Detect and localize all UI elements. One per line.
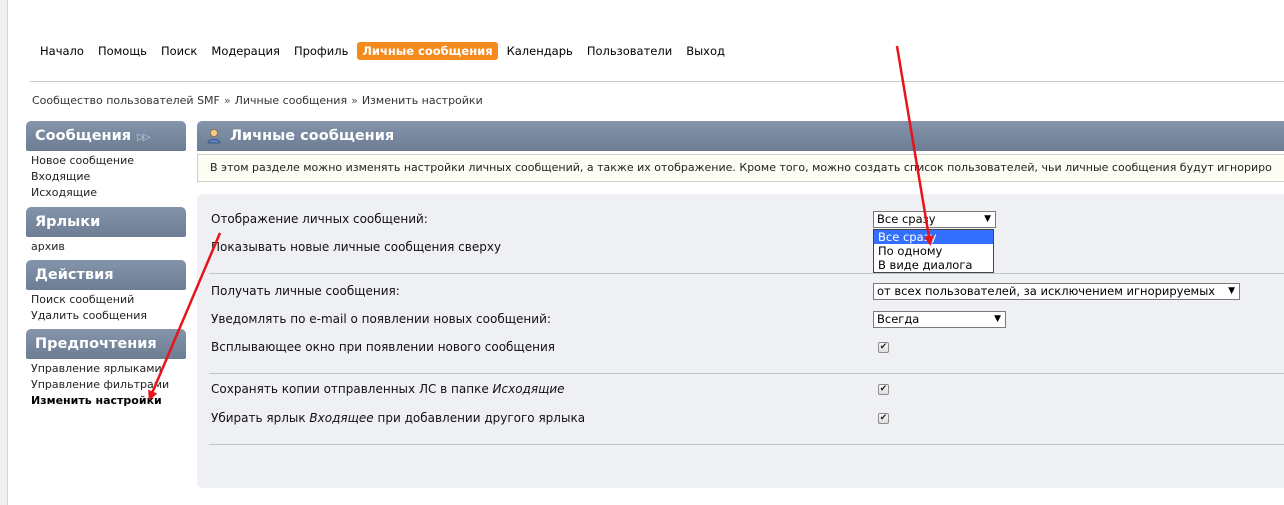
display-option-all[interactable]: Все сразу (874, 230, 993, 244)
user-icon (207, 129, 221, 144)
remove-label-prefix: Убирать ярлык (211, 411, 310, 425)
sidebar-list-preferences: Управление ярлыками Управление фильтрами… (31, 361, 169, 409)
save-copy-checkbox[interactable]: ✔ (878, 384, 889, 395)
nav-profile[interactable]: Профиль (287, 42, 355, 60)
sidebar-header-actions: Действия (26, 260, 186, 290)
section-divider (209, 373, 1284, 374)
save-copy-text: Сохранять копии отправленных ЛС в папке (211, 382, 493, 396)
save-copy-label: Сохранять копии отправленных ЛС в папке … (211, 382, 565, 396)
breadcrumb-change-settings[interactable]: Изменить настройки (362, 94, 483, 107)
inbox-label-name: Входящее (309, 411, 374, 425)
nav-search[interactable]: Поиск (154, 42, 204, 60)
display-option-dialog[interactable]: В виде диалога (874, 258, 993, 272)
breadcrumb: Сообщество пользователей SMF» Личные сооб… (32, 94, 483, 107)
email-notify-select[interactable]: Всегда ▼ (873, 311, 1006, 328)
chevron-down-icon: ▼ (1228, 286, 1235, 296)
receive-messages-select[interactable]: от всех пользователей, за исключением иг… (873, 283, 1240, 300)
show-new-on-top-label: Показывать новые личные сообщения сверху (211, 240, 502, 254)
receive-messages-value: от всех пользователей, за исключением иг… (877, 284, 1216, 298)
page-title: Личные сообщения (230, 128, 395, 144)
sidebar-header-preferences: Предпочтения (26, 329, 186, 359)
nav-members[interactable]: Пользователи (580, 42, 679, 60)
display-option-one-by-one[interactable]: По одному (874, 244, 993, 258)
nav-logout[interactable]: Выход (679, 42, 732, 60)
sidebar-item-change-settings[interactable]: Изменить настройки (31, 393, 169, 409)
description-text: В этом разделе можно изменять настройки … (210, 161, 1272, 174)
sidebar-item-manage-filters[interactable]: Управление фильтрами (31, 377, 169, 393)
nav-personal-messages[interactable]: Личные сообщения (357, 42, 498, 60)
section-divider (209, 444, 1284, 445)
email-notify-label: Уведомлять по e-mail о появлении новых с… (211, 312, 551, 326)
outbox-folder-name: Исходящие (492, 382, 565, 396)
sidebar-header-messages-title: Сообщения (35, 128, 132, 144)
sidebar-item-manage-labels[interactable]: Управление ярлыками (31, 361, 169, 377)
nav-moderation[interactable]: Модерация (204, 42, 287, 60)
sidebar-list-labels: архив (31, 239, 65, 255)
remove-label-suffix: при добавлении другого ярлыка (373, 411, 586, 425)
nav-home[interactable]: Начало (33, 42, 91, 60)
sidebar-item-search-messages[interactable]: Поиск сообщений (31, 292, 147, 308)
nav-divider (30, 81, 1284, 82)
popup-checkbox[interactable]: ✔ (878, 342, 889, 353)
remove-label-checkbox[interactable]: ✔ (878, 413, 889, 424)
receive-messages-label: Получать личные сообщения: (211, 284, 400, 298)
remove-label-label: Убирать ярлык Входящее при добавлении др… (211, 411, 585, 425)
sidebar-header-labels-title: Ярлыки (35, 214, 101, 230)
sidebar-header-labels: Ярлыки (26, 207, 186, 237)
sidebar-item-archive[interactable]: архив (31, 239, 65, 255)
display-mode-value: Все сразу (877, 212, 936, 226)
sidebar-header-actions-title: Действия (35, 267, 114, 283)
sidebar-item-new-message[interactable]: Новое сообщение (31, 153, 134, 169)
sidebar-header-messages[interactable]: Сообщения ▷▷ (26, 121, 186, 151)
chevron-down-icon: ▼ (994, 314, 1001, 324)
display-mode-dropdown: Все сразу По одному В виде диалога (873, 229, 994, 273)
nav-calendar[interactable]: Календарь (500, 42, 580, 60)
popup-label: Всплывающее окно при появлении нового со… (211, 340, 555, 354)
sidebar-list-actions: Поиск сообщений Удалить сообщения (31, 292, 147, 324)
main-header: Личные сообщения (197, 121, 1284, 151)
breadcrumb-personal-messages[interactable]: Личные сообщения (235, 94, 347, 107)
display-mode-select[interactable]: Все сразу ▼ (873, 211, 996, 228)
sidebar-list-messages: Новое сообщение Входящие Исходящие (31, 153, 134, 201)
top-navigation: Начало Помощь Поиск Модерация Профиль Ли… (33, 41, 732, 61)
section-divider (209, 273, 1284, 274)
breadcrumb-forum[interactable]: Сообщество пользователей SMF (32, 94, 220, 107)
sidebar-item-outbox[interactable]: Исходящие (31, 185, 134, 201)
breadcrumb-separator: » (223, 94, 231, 107)
breadcrumb-separator: » (351, 94, 358, 107)
sidebar-item-delete-messages[interactable]: Удалить сообщения (31, 308, 147, 324)
email-notify-value: Всегда (877, 312, 920, 326)
description-box: В этом разделе можно изменять настройки … (197, 154, 1284, 182)
nav-help[interactable]: Помощь (91, 42, 154, 60)
sidebar-item-inbox[interactable]: Входящие (31, 169, 134, 185)
expand-arrows-icon[interactable]: ▷▷ (137, 132, 150, 143)
display-mode-label: Отображение личных сообщений: (211, 212, 428, 226)
window-left-edge (0, 0, 8, 505)
sidebar-header-preferences-title: Предпочтения (35, 336, 157, 352)
chevron-down-icon: ▼ (984, 214, 991, 224)
